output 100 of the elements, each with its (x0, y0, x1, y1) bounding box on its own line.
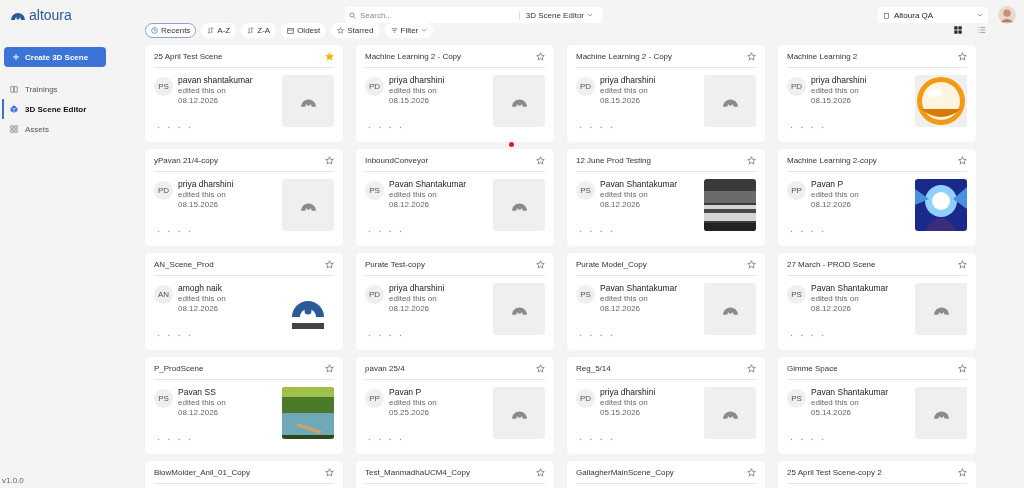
sidebar-item[interactable]: Trainings (2, 79, 140, 99)
edit-date: 08.12.2026 (389, 304, 431, 313)
sidebar-item[interactable]: 3D Scene Editor (2, 99, 140, 119)
edit-date: 08.12.2026 (811, 304, 853, 313)
sidebar-item[interactable]: Assets (2, 119, 140, 139)
caret-icon (587, 13, 593, 17)
grid-view-icon[interactable] (953, 25, 963, 35)
edited-label: edited this on (178, 398, 226, 407)
scene-card[interactable]: Test_ManmadhaUCM4_Copy (356, 461, 554, 488)
scene-card[interactable]: GallagherMainScene_Copy (567, 461, 765, 488)
editor-name: Pavan SS (178, 387, 217, 397)
edited-label: edited this on (389, 86, 438, 95)
cube-icon (10, 105, 18, 113)
scene-title: Test_ManmadhaUCM4_Copy (365, 467, 470, 477)
user-avatar: PD (365, 77, 384, 96)
edit-date: 08.12.2026 (600, 304, 642, 313)
edited-label: edited this on (600, 86, 649, 95)
edited-label: edited this on (389, 294, 438, 303)
star-icon[interactable] (325, 467, 334, 477)
scope-dropdown[interactable]: 3D Scene Editor (518, 10, 593, 20)
scene-title: P_ProdScene (154, 363, 204, 373)
sort-chip[interactable]: A-Z (201, 22, 237, 38)
star-icon[interactable] (536, 259, 545, 269)
edited-label: edited this on (600, 398, 649, 407)
star-icon[interactable] (958, 363, 967, 373)
scene-card[interactable]: AN_Scene_Prod AN amogh naik edited this on 08.12.2026 (145, 253, 343, 350)
scene-title: Reg_5/14 (576, 363, 611, 373)
scene-card[interactable]: Purate Model_Copy PS Pavan Shantakumar edited this on 08.12.2026 (567, 253, 765, 350)
star-icon[interactable] (536, 51, 545, 61)
star-icon[interactable] (747, 363, 756, 373)
star-icon[interactable] (325, 155, 334, 165)
scene-card[interactable]: BlowMolder_Anil_01_Copy (145, 461, 343, 488)
user-avatar: PS (154, 389, 173, 408)
edited-label: edited this on (389, 190, 438, 199)
scene-title: Machine Learning 2 - Copy (365, 51, 462, 61)
sort-chip[interactable]: Oldest (281, 22, 327, 38)
profile-avatar[interactable] (998, 5, 1016, 25)
sort-chip[interactable]: Starred (331, 22, 380, 38)
star-icon[interactable] (325, 51, 334, 61)
scene-card[interactable]: 25 April Test Scene-copy 2 (778, 461, 976, 488)
star-icon[interactable] (747, 467, 756, 477)
scene-title: Gimme Space (787, 363, 838, 373)
star-icon (337, 26, 345, 34)
star-icon[interactable] (536, 467, 545, 477)
workspace-dropdown[interactable]: Altoura QA (878, 7, 988, 23)
caret-icon (421, 28, 428, 32)
scene-title: Machine Learning 2-copy (787, 155, 877, 165)
scene-title: Machine Learning 2 (787, 51, 858, 61)
edited-label: edited this on (811, 86, 860, 95)
sort-chip[interactable]: Z-A (241, 22, 277, 38)
editor-name: priya dharshini (178, 179, 234, 189)
edit-date: 05.14.2026 (811, 408, 853, 417)
scene-card[interactable]: P_ProdScene PS Pavan SS edited this on 08.12.2026 (145, 357, 343, 454)
scene-card[interactable]: pavan 25/4 PP Pavan P edited this on 05.25.2026 (356, 357, 554, 454)
edited-label: edited this on (600, 294, 649, 303)
edit-date: 08.12.2026 (811, 200, 853, 209)
scene-card[interactable]: yPavan 21/4-copy PD priya dharshini edited this on 08.15.2026 (145, 149, 343, 246)
edit-date: 08.12.2026 (600, 200, 642, 209)
caret-icon (977, 13, 983, 17)
scene-card[interactable]: 27 March - PROD Scene PS Pavan Shantakumar edited this on 08.12.2026 (778, 253, 976, 350)
scene-card[interactable]: 12 June Prod Testing PS Pavan Shantakumar edited this on 08.12.2026 (567, 149, 765, 246)
editor-name: priya dharshini (600, 75, 656, 85)
list-view-icon[interactable] (976, 25, 986, 35)
search-field[interactable]: Search... 3D Scene Editor (345, 7, 603, 23)
star-icon[interactable] (325, 363, 334, 373)
editor-name: Pavan Shantakumar (600, 283, 678, 293)
scene-card[interactable]: Purate Test-copy PD priya dharshini edited this on 08.12.2026 (356, 253, 554, 350)
star-icon[interactable] (747, 51, 756, 61)
star-icon[interactable] (325, 259, 334, 269)
user-avatar: PS (365, 181, 384, 200)
scene-title: Purate Test-copy (365, 259, 425, 269)
scene-card[interactable]: Machine Learning 2 - Copy PD priya dharshini edited this on 08.15.2026 (567, 45, 765, 142)
scene-title: 25 April Test Scene-copy 2 (787, 467, 882, 477)
scene-title: 27 March - PROD Scene (787, 259, 876, 269)
scene-card[interactable]: Machine Learning 2 PD priya dharshini edited this on 08.15.2026 (778, 45, 976, 142)
scene-card[interactable]: Reg_5/14 PD priya dharshini edited this on 05.15.2026 (567, 357, 765, 454)
create-scene-button[interactable]: Create 3D Scene (4, 47, 106, 67)
scene-card[interactable]: 25 April Test Scene PS pavan shantakumar edited this on 08.12.2026 (145, 45, 343, 142)
star-icon[interactable] (747, 259, 756, 269)
scene-card[interactable]: Gimme Space PS Pavan Shantakumar edited this on 05.14.2026 (778, 357, 976, 454)
editor-name: Pavan Shantakumar (389, 179, 467, 189)
editor-name: Pavan P (389, 387, 423, 397)
scene-card[interactable]: Machine Learning 2 - Copy PD priya dharshini edited this on 08.15.2026 (356, 45, 554, 142)
scene-card[interactable]: Machine Learning 2-copy PP Pavan P edited this on 08.12.2026 (778, 149, 976, 246)
star-icon[interactable] (536, 363, 545, 373)
star-icon[interactable] (958, 51, 967, 61)
edited-label: edited this on (178, 294, 226, 303)
star-icon[interactable] (536, 155, 545, 165)
sort-chip[interactable]: Recents (145, 22, 197, 38)
scene-title: 25 April Test Scene (154, 51, 223, 61)
scene-title: GallagherMainScene_Copy (576, 467, 674, 477)
star-icon[interactable] (958, 155, 967, 165)
user-avatar: PD (787, 77, 806, 96)
star-icon[interactable] (958, 259, 967, 269)
star-icon[interactable] (747, 155, 756, 165)
editor-name: pavan shantakumar (178, 75, 253, 85)
scene-title: Machine Learning 2 - Copy (576, 51, 673, 61)
scene-card[interactable]: InboundConveyor PS Pavan Shantakumar edited this on 08.12.2026 (356, 149, 554, 246)
editor-name: Pavan Shantakumar (811, 283, 889, 293)
star-icon[interactable] (958, 467, 967, 477)
